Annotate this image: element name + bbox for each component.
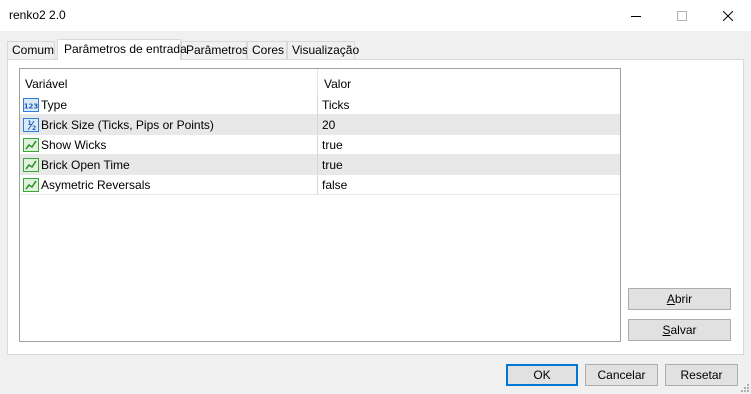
save-button-label: alvar <box>670 323 697 337</box>
table-row[interactable]: 1 2 Brick Size (Ticks, Pips or Points) 2… <box>20 115 620 135</box>
row-variable: Brick Open Time <box>41 158 130 172</box>
title-bar: renko2 2.0 <box>0 0 751 31</box>
save-button-mnemonic: S <box>662 323 671 337</box>
open-button[interactable]: Abrir <box>628 288 731 310</box>
close-button[interactable] <box>705 0 751 31</box>
reset-button[interactable]: Resetar <box>665 364 738 386</box>
cancel-button[interactable]: Cancelar <box>585 364 658 386</box>
tab-cores[interactable]: Cores <box>247 41 287 59</box>
open-button-mnemonic: A <box>666 292 675 306</box>
maximize-button[interactable] <box>659 0 705 31</box>
tab-parametros-de-entrada[interactable]: Parâmetros de entrada <box>57 39 187 60</box>
cell-divider <box>317 175 318 195</box>
maximize-icon <box>677 10 687 21</box>
window-title: renko2 2.0 <box>9 8 66 22</box>
minimize-button[interactable] <box>613 0 659 31</box>
row-value[interactable]: true <box>322 158 343 172</box>
ok-button[interactable]: OK <box>506 364 578 386</box>
grid-header: Variável Valor <box>20 69 620 96</box>
row-value[interactable]: Ticks <box>322 98 350 112</box>
tab-comum[interactable]: Comum <box>7 41 55 59</box>
row-value[interactable]: 20 <box>322 118 335 132</box>
boolean-chart-icon <box>23 138 39 152</box>
row-variable: Asymetric Reversals <box>41 178 151 192</box>
fraction-half-icon: 1 2 <box>23 118 39 132</box>
column-header-value[interactable]: Valor <box>324 77 351 91</box>
tab-parametros[interactable]: Parâmetros <box>181 41 248 59</box>
boolean-chart-icon <box>23 178 39 192</box>
row-variable: Show Wicks <box>41 138 107 152</box>
table-row[interactable]: 123 Type Ticks <box>20 95 620 115</box>
open-button-label: brir <box>674 292 693 306</box>
row-variable: Brick Size (Ticks, Pips or Points) <box>41 118 214 132</box>
save-button[interactable]: Salvar <box>628 319 731 341</box>
svg-text:123: 123 <box>24 103 39 111</box>
integer-123-icon: 123 <box>23 98 39 112</box>
resize-grip-icon[interactable] <box>740 383 750 393</box>
row-value[interactable]: false <box>322 178 347 192</box>
cell-divider <box>317 95 318 115</box>
column-divider[interactable] <box>317 69 318 95</box>
parameters-grid[interactable]: Variável Valor 123 Type Ticks 1 2 Brick … <box>19 68 621 342</box>
cell-divider <box>317 115 318 135</box>
column-header-variable[interactable]: Variável <box>25 77 67 91</box>
cell-divider <box>317 155 318 175</box>
table-row[interactable]: Asymetric Reversals false <box>20 175 620 195</box>
tab-visualizacao[interactable]: Visualização <box>287 41 359 59</box>
cell-divider <box>317 135 318 155</box>
minimize-icon <box>631 15 641 17</box>
table-row[interactable]: Show Wicks true <box>20 135 620 155</box>
boolean-chart-icon <box>23 158 39 172</box>
svg-text:2: 2 <box>32 125 36 132</box>
close-icon <box>723 10 733 21</box>
row-variable: Type <box>41 98 68 112</box>
table-row[interactable]: Brick Open Time true <box>20 155 620 175</box>
row-value[interactable]: true <box>322 138 343 152</box>
